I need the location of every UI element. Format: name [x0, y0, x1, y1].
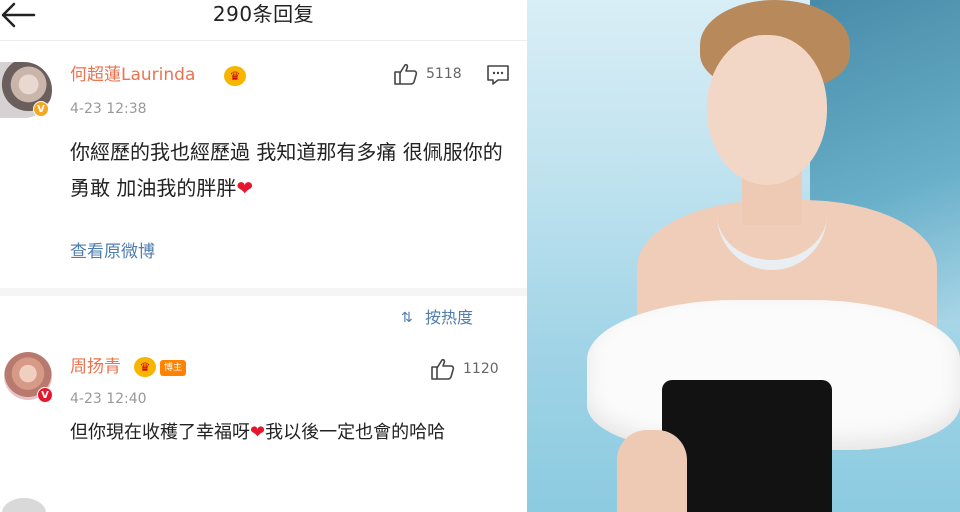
comment-text: 但你現在收穫了幸福呀❤我以後一定也會的哈哈 [70, 418, 520, 448]
thumbs-up-icon [394, 63, 418, 85]
photo [527, 0, 960, 512]
divider [0, 40, 527, 41]
photo-arm [617, 430, 687, 512]
like-count: 5118 [426, 66, 462, 82]
weibo-reply-panel: 290条回复 V 何超蓮Laurinda ♛ 4-23 12:38 5118 你… [0, 0, 527, 512]
page-title: 290条回复 [212, 2, 315, 26]
avatar[interactable] [2, 498, 46, 512]
timestamp: 4-23 12:40 [70, 391, 147, 407]
view-original-link[interactable]: 查看原微博 [70, 240, 155, 264]
like-count: 1120 [463, 361, 499, 377]
comment-text: 你經歷的我也經歷過 我知道那有多痛 很佩服你的勇敢 加油我的胖胖❤ [70, 134, 520, 206]
comment-text-part: 我以後一定也會的哈哈 [265, 422, 446, 443]
sort-icon: ⇅ [401, 310, 413, 326]
section-divider [0, 288, 527, 296]
thumbs-up-icon [431, 358, 455, 380]
crown-icon: ♛ [134, 357, 156, 377]
v-verified-icon: V [33, 101, 49, 117]
crown-icon: ♛ [224, 66, 246, 86]
username[interactable]: 何超蓮Laurinda [70, 64, 195, 86]
username[interactable]: 周扬青 [70, 356, 121, 378]
photo-dress-black [662, 380, 832, 512]
comment-icon[interactable] [486, 64, 510, 86]
heart-icon: ❤ [250, 422, 266, 443]
photo-face [707, 35, 827, 185]
comment-text-part: 但你現在收穫了幸福呀 [70, 422, 250, 443]
sort-label: 按热度 [425, 308, 474, 327]
fan-badge: 博主 [160, 360, 187, 376]
timestamp: 4-23 12:38 [70, 101, 147, 117]
top-bar: 290条回复 [0, 0, 527, 30]
v-verified-icon: V [37, 387, 53, 403]
heart-icon: ❤ [236, 176, 254, 200]
comment-text-part: 你經歷的我也經歷過 我知道那有多痛 很佩服你的勇敢 加油我的胖胖 [70, 140, 503, 200]
